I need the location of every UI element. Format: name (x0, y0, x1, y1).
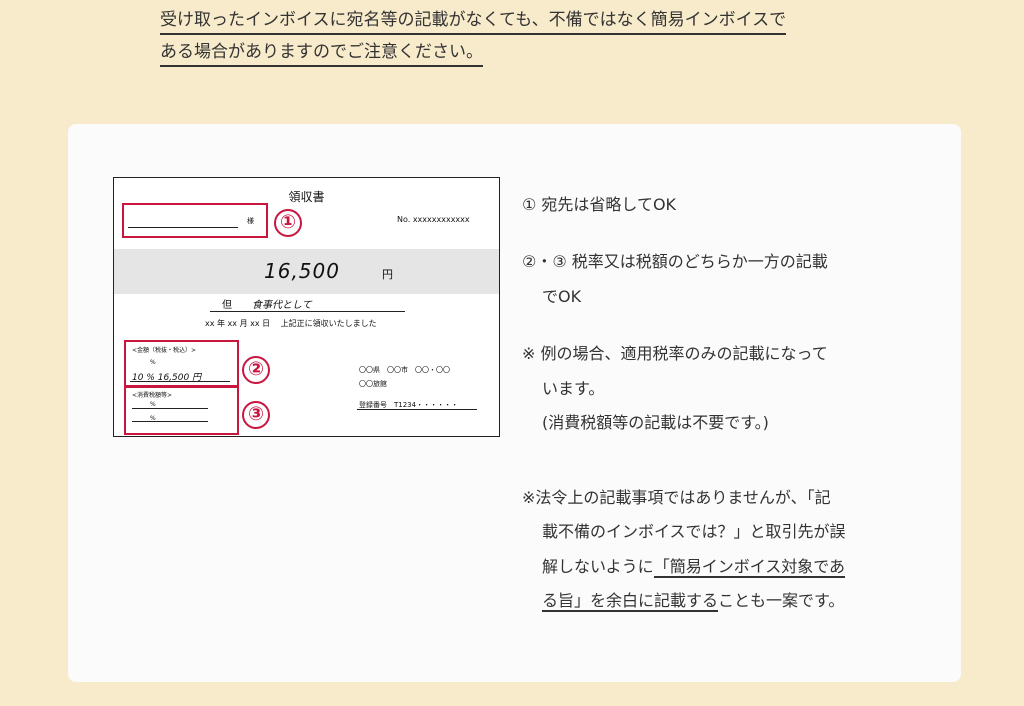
note-3-line-3: (消費税額等の記載は不要です。) (542, 413, 769, 432)
honorific: 様 (247, 217, 254, 225)
note-4-line-1: ※法令上の記載事項ではありませんが、「記 (522, 488, 831, 507)
note-2-line-2: でOK (542, 287, 582, 306)
tax-label: <金額（税抜・税込）> (132, 347, 197, 354)
intro-line-2: ある場合がありますのでご注意ください。 (160, 39, 483, 67)
percent-blank: % (150, 359, 156, 366)
note-3-line-2: います。 (542, 379, 605, 398)
intro-text: 受け取ったインボイスに宛名等の記載がなくても、不備ではなく簡易インボイスで ある… (160, 4, 787, 68)
marker-2: ② (242, 356, 270, 384)
note-2-line-1: ②・③ 税率又は税額のどちらか一方の記載 (522, 252, 828, 271)
purpose-line (210, 311, 405, 312)
receipt-number: No. xxxxxxxxxxxx (397, 215, 470, 224)
registration-line (357, 409, 477, 410)
rate-line (130, 381, 230, 382)
issuer-address: 〇〇県 〇〇市 〇〇・〇〇 (359, 366, 450, 374)
issuer-name: 〇〇旅館 (359, 380, 387, 388)
intro-line-1: 受け取ったインボイスに宛名等の記載がなくても、不備ではなく簡易インボイスで (160, 7, 787, 35)
marker-1: ① (274, 209, 302, 237)
consumption-label: <消費税額等> (132, 392, 173, 399)
note-1: ① 宛先は省略してOK (522, 195, 677, 214)
note-4-line-3: 解しないように「簡易インボイス対象であ (542, 557, 846, 578)
note-4-emphasis-1: 「簡易インボイス対象であ (653, 557, 846, 578)
note-4-line-4: る旨」を余白に記載することも一案です。 (542, 591, 845, 612)
note-4-line-2: 載不備のインボイスでは？」と取引先が誤 (542, 522, 846, 541)
note-3-line-1: ※ 例の場合、適用税率のみの記載になって (522, 344, 828, 363)
receipt-amount: 16,500 (264, 259, 340, 283)
tadashi-label: 但 食事代として (222, 300, 312, 311)
date-line: xx 年 xx 月 xx 日 上記正に領収いたしました (205, 319, 377, 328)
addressee-line (128, 227, 238, 228)
note-4-emphasis-2: る旨」を余白に記載する (542, 591, 719, 612)
yen-sign: 円 (382, 268, 393, 281)
consumption-line-1 (132, 408, 208, 409)
receipt-illustration: 領収書 様 ① No. xxxxxxxxxxxx 16,500 円 但 食事代と… (113, 177, 500, 437)
marker-3: ③ (242, 401, 270, 429)
percent-a: % (150, 401, 156, 408)
consumption-line-2 (132, 421, 208, 422)
